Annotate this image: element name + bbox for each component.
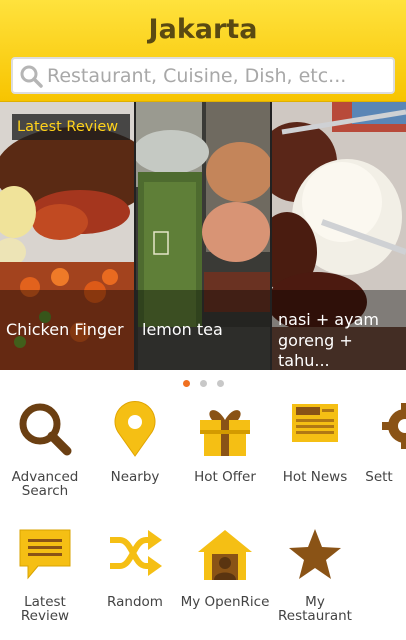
menu-advanced-search[interactable]: Advanced Search	[0, 400, 90, 510]
menu-my-openrice[interactable]: My OpenRice	[180, 526, 270, 636]
review-card-nasi-ayam[interactable]: nasi + ayam goreng + tahu...	[272, 102, 406, 370]
search-input[interactable]	[47, 63, 387, 89]
gear-icon	[382, 403, 406, 449]
card-title-line1: nasi + ayam	[278, 310, 379, 329]
menu-label: My OpenRice	[180, 594, 270, 610]
gift-icon	[200, 410, 250, 456]
city-title[interactable]: Jakarta	[0, 14, 406, 45]
app-header: Jakarta	[0, 0, 406, 102]
shuffle-icon	[110, 530, 162, 576]
review-carousel[interactable]: Chicken Finger Latest Review lemon tea n…	[0, 102, 406, 370]
carousel-pager	[0, 374, 406, 387]
card-title: lemon tea	[142, 320, 223, 339]
latest-review-tag: Latest Review	[12, 114, 130, 140]
menu-hot-offer[interactable]: Hot Offer	[180, 400, 270, 510]
menu-label: Nearby	[110, 469, 160, 485]
newspaper-icon	[292, 404, 338, 442]
menu-label-line2: Search	[21, 483, 69, 499]
review-card-chicken-finger[interactable]: Chicken Finger Latest Review	[0, 102, 134, 370]
menu-label-line1: Advanced	[11, 469, 79, 485]
card-title-line2: goreng + tahu...	[278, 331, 353, 370]
menu-label: Sett	[365, 469, 393, 485]
menu-label: Random	[107, 594, 163, 610]
menu-label-line1: Latest	[24, 594, 66, 610]
pager-dot-active[interactable]	[182, 380, 190, 387]
magnifier-icon	[19, 403, 72, 456]
star-icon	[289, 529, 341, 579]
menu-label: Hot Offer	[194, 469, 256, 485]
search-icon	[20, 65, 43, 88]
menu-random[interactable]: Random	[90, 526, 180, 636]
pager-dot[interactable]	[199, 380, 207, 387]
menu-label-line1: My	[305, 594, 325, 610]
review-bubble-icon	[19, 529, 71, 580]
menu-latest-review[interactable]: Latest Review	[0, 526, 90, 636]
card-title: Chicken Finger	[6, 320, 124, 339]
menu-my-restaurant[interactable]: My Restaurant	[270, 526, 360, 636]
menu-label-line2: Restaurant	[278, 608, 352, 624]
menu-nearby[interactable]: Nearby	[90, 400, 180, 510]
search-box[interactable]	[11, 57, 395, 94]
pager-dot[interactable]	[216, 380, 224, 387]
menu-hot-news[interactable]: Hot News	[270, 400, 360, 510]
menu-settings[interactable]: Sett	[360, 400, 406, 510]
menu-label-line2: Review	[20, 608, 70, 624]
location-pin-icon	[114, 401, 156, 457]
review-card-lemon-tea[interactable]: lemon tea	[136, 102, 270, 370]
home-user-icon	[198, 530, 252, 580]
